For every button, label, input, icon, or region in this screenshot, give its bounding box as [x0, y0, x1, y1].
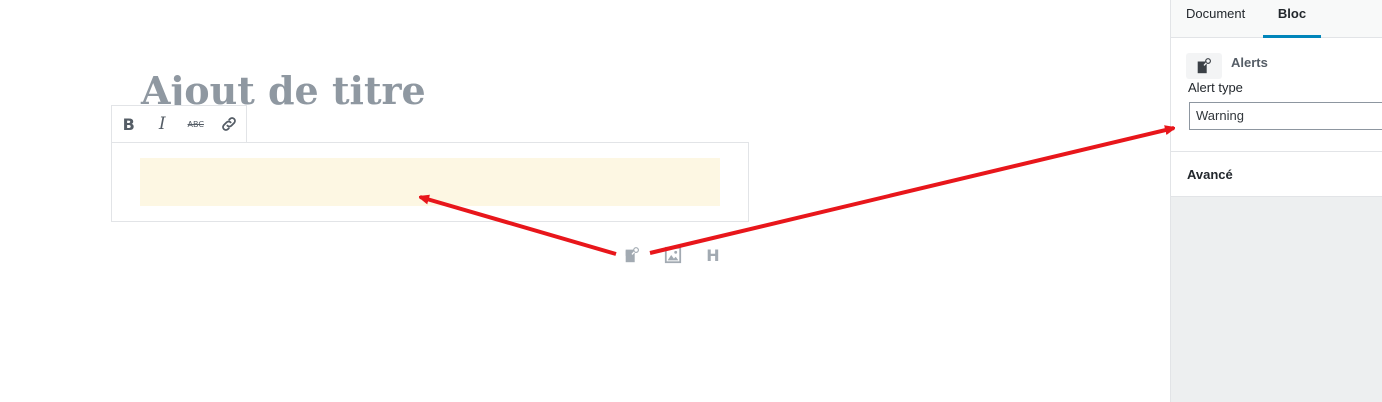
link-icon: [222, 117, 237, 131]
alert-type-label: Alert type: [1188, 80, 1243, 95]
italic-button[interactable]: I: [146, 106, 180, 142]
settings-sidebar: Document Bloc Alerts Alert type Warning …: [1170, 0, 1382, 402]
sidebar-tabs: Document Bloc: [1171, 0, 1382, 38]
block-type-icon-box: [1186, 53, 1222, 79]
alert-block-icon: [625, 247, 639, 263]
advanced-panel-toggle[interactable]: Avancé: [1171, 152, 1382, 197]
insert-heading-block-button[interactable]: H: [702, 244, 724, 266]
link-button[interactable]: [213, 106, 247, 142]
block-settings-panel: Alerts Alert type Warning: [1171, 38, 1382, 152]
image-icon: [664, 246, 682, 264]
bold-button[interactable]: B: [112, 106, 146, 142]
format-toolbar: B I ABC: [111, 105, 247, 142]
alert-block-icon: [1197, 58, 1211, 74]
insert-alert-block-button[interactable]: [621, 244, 643, 266]
advanced-panel-label: Avancé: [1187, 167, 1233, 182]
tab-bloc[interactable]: Bloc: [1263, 0, 1321, 38]
alert-type-select[interactable]: Warning: [1189, 102, 1382, 130]
insert-image-block-button[interactable]: [662, 244, 684, 266]
block-name: Alerts: [1231, 55, 1268, 70]
strikethrough-button[interactable]: ABC: [179, 106, 213, 142]
tab-document[interactable]: Document: [1186, 0, 1245, 38]
alert-block-warning[interactable]: [140, 158, 720, 206]
editor-canvas: Ajout de titre B I ABC H: [0, 0, 1170, 402]
